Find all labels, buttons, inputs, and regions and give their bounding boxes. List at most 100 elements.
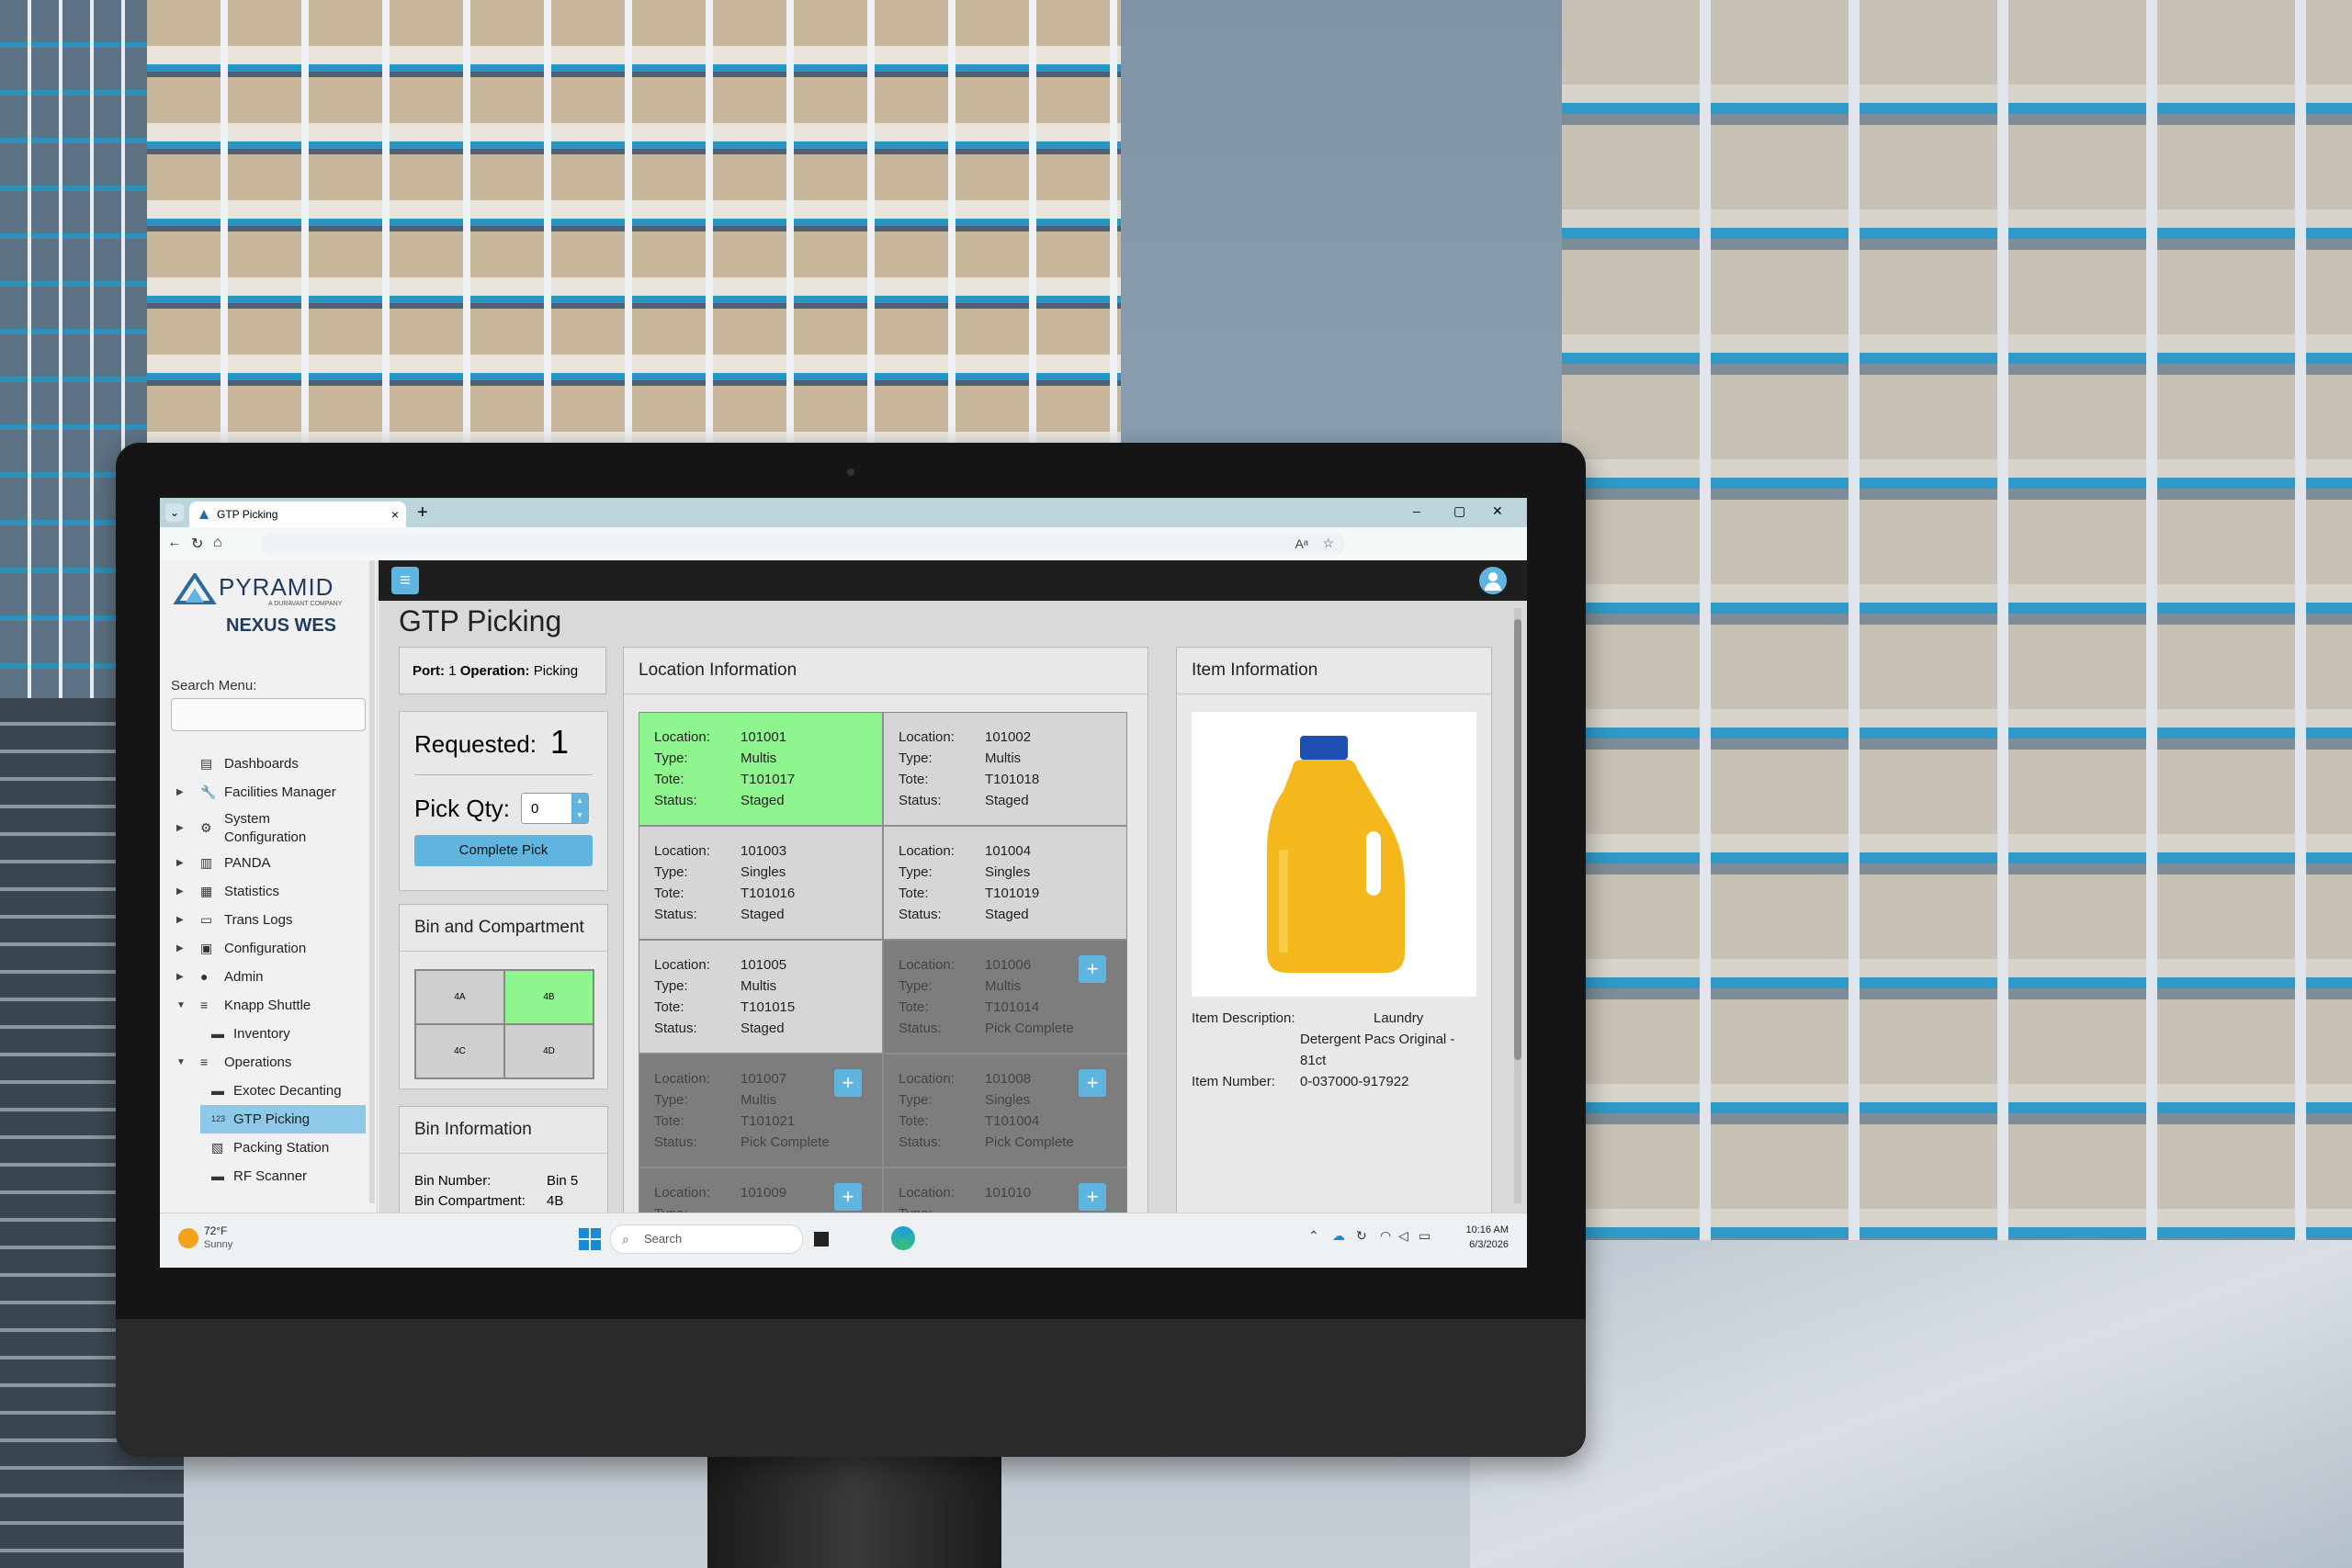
field-value: 101001 <box>741 729 787 745</box>
browser-tab[interactable]: GTP Picking × <box>189 502 406 527</box>
sidebar-item-gtp-picking[interactable]: 123 GTP Picking <box>200 1105 366 1134</box>
location-tile[interactable]: Location: 101008 Type: Singles Tote: T101004 S… <box>883 1054 1127 1168</box>
location-status-row: Status: Staged <box>654 907 785 922</box>
complete-pick-button[interactable]: Complete Pick <box>414 835 593 866</box>
cloud-icon[interactable]: ☁ <box>1332 1228 1345 1244</box>
monitor-stand <box>707 1457 1001 1568</box>
sidebar-item-configuration[interactable]: ▶ ▣ Configuration <box>160 934 377 963</box>
minimize-button[interactable]: – <box>1413 503 1420 518</box>
sidebar-item-packing-station[interactable]: ▧ Packing Station <box>160 1134 377 1162</box>
logo-subtitle: A DURAVANT COMPANY <box>268 601 343 607</box>
location-type-row: Type: Multis <box>654 978 776 994</box>
location-information-title: Location Information <box>624 648 1148 694</box>
add-button[interactable]: + <box>834 1069 862 1097</box>
read-aloud-icon[interactable]: Aᵃ <box>1295 536 1308 551</box>
maximize-button[interactable]: ▢ <box>1453 503 1465 519</box>
sidebar-item-operations[interactable]: ▼ ≡ Operations <box>160 1048 377 1077</box>
sidebar-item-inventory[interactable]: ▬ Inventory <box>160 1020 377 1048</box>
tab-list-chevron-icon[interactable]: ⌄ <box>165 503 184 522</box>
sync-icon[interactable]: ↻ <box>1356 1228 1367 1244</box>
field-value: Singles <box>741 864 786 880</box>
location-tile[interactable]: Location: 101007 Type: Multis Tote: T101021 St… <box>639 1054 883 1168</box>
operation-label: Operation: <box>459 663 530 679</box>
add-button[interactable]: + <box>834 1183 862 1211</box>
address-bar[interactable]: Aᵃ ☆ <box>261 533 1345 555</box>
list-icon: ≡ <box>200 998 209 1012</box>
field-label: Type: <box>654 978 688 994</box>
sidebar-item-facilities-manager[interactable]: ▶ 🔧 Facilities Manager <box>160 778 377 807</box>
field-value: 101007 <box>741 1071 787 1087</box>
location-status-row: Status: Staged <box>654 1021 785 1036</box>
windows-start-icon[interactable] <box>579 1228 601 1250</box>
field-value: Multis <box>741 1092 777 1108</box>
sidebar-item-exotec-decanting[interactable]: ▬ Exotec Decanting <box>160 1077 377 1105</box>
sidebar-item-admin[interactable]: ▶ ● Admin <box>160 963 377 991</box>
add-button[interactable]: + <box>1079 1183 1106 1211</box>
field-value: Multis <box>985 978 1022 994</box>
edge-browser-icon[interactable] <box>891 1226 915 1250</box>
location-status-row: Status: Pick Complete <box>654 1134 830 1150</box>
search-menu-input[interactable] <box>171 698 366 731</box>
location-tile[interactable]: Location:101010Type:Tote:Status:+ <box>883 1168 1127 1217</box>
volume-icon[interactable]: ◁ <box>1398 1228 1408 1244</box>
field-label: Location: <box>899 1071 955 1087</box>
main-scrollbar-thumb[interactable] <box>1514 619 1521 1060</box>
location-location-row: Location: 101006 <box>899 957 1031 973</box>
sidebar-item-rf-scanner[interactable]: ▬ RF Scanner <box>160 1162 377 1190</box>
chevron-up-icon[interactable]: ⌃ <box>1308 1228 1319 1244</box>
field-value: Staged <box>741 793 785 808</box>
sidebar-item-trans-logs[interactable]: ▶ ▭ Trans Logs <box>160 906 377 934</box>
port-value: 1 <box>448 663 457 679</box>
chevron-right-icon: ▶ <box>176 915 184 925</box>
item-information-title: Item Information <box>1177 648 1491 694</box>
wifi-icon[interactable]: ◠ <box>1380 1228 1391 1244</box>
wrench-icon: 🔧 <box>200 784 217 799</box>
field-value: 101009 <box>741 1185 787 1201</box>
location-tile[interactable]: Location: 101001 Type: Multis Tote: T101017 St… <box>639 712 883 826</box>
location-type-row: Type: Multis <box>654 750 776 766</box>
chart-icon: ▦ <box>200 884 213 898</box>
battery-icon[interactable]: ▭ <box>1419 1228 1430 1244</box>
sidebar-item-panda[interactable]: ▶ ▥ PANDA <box>160 849 377 877</box>
field-value: 101008 <box>985 1071 1032 1087</box>
tab-close-icon[interactable]: × <box>391 502 399 527</box>
location-tile[interactable]: Location: 101002 Type: Multis Tote: T101018 St… <box>883 712 1127 826</box>
location-tile[interactable]: Location: 101005 Type: Multis Tote: T101015 St… <box>639 940 883 1054</box>
location-status-row: Status: Staged <box>654 793 785 808</box>
add-button[interactable]: + <box>1079 955 1106 983</box>
task-view-icon[interactable] <box>814 1232 829 1247</box>
sun-icon[interactable] <box>178 1228 198 1248</box>
field-value: 101006 <box>985 957 1032 973</box>
hamburger-menu-icon[interactable]: ≡ <box>391 567 419 594</box>
sidebar-item-dashboards[interactable]: ▤ Dashboards <box>160 750 377 778</box>
taskbar-search[interactable]: ⌕ Search <box>610 1224 803 1254</box>
favorite-star-icon[interactable]: ☆ <box>1322 536 1334 551</box>
add-button[interactable]: + <box>1079 1069 1106 1097</box>
sidebar-scrollbar[interactable] <box>369 560 375 1203</box>
home-icon[interactable]: ⌂ <box>213 535 222 551</box>
page-title: GTP Picking <box>399 604 562 637</box>
sidebar-item-statistics[interactable]: ▶ ▦ Statistics <box>160 877 377 906</box>
sidebar-item-knapp-shuttle[interactable]: ▼ ≡ Knapp Shuttle <box>160 991 377 1020</box>
decant-icon: ▬ <box>211 1083 224 1098</box>
system-clock[interactable]: 10:16 AM 6/3/2026 <box>1466 1223 1509 1252</box>
port-label: Port: <box>413 663 445 679</box>
new-tab-button[interactable]: + <box>417 502 428 524</box>
location-tile[interactable]: Location: 101004 Type: Singles Tote: T101019 S… <box>883 826 1127 940</box>
sidebar-item-system-configuration[interactable]: ▶ ⚙ System Configuration <box>160 807 377 849</box>
quantity-stepper[interactable]: ▲ ▼ <box>571 794 588 823</box>
user-avatar-icon[interactable] <box>1479 567 1507 594</box>
pick-qty-input[interactable]: 0 ▲ ▼ <box>521 793 589 824</box>
field-label: Tote: <box>899 999 929 1015</box>
field-value: Staged <box>985 793 1029 808</box>
field-label: Type: <box>899 750 933 766</box>
location-tile[interactable]: Location: 101003 Type: Singles Tote: T101016 S… <box>639 826 883 940</box>
item-number-label: Item Number: <box>1192 1074 1275 1089</box>
close-window-button[interactable]: ✕ <box>1492 503 1503 519</box>
field-label: Tote: <box>654 772 684 787</box>
location-tile[interactable]: Location:101009Type:Tote:Status:+ <box>639 1168 883 1217</box>
back-icon[interactable]: ← <box>167 535 182 551</box>
divider <box>414 774 593 775</box>
location-tile[interactable]: Location: 101006 Type: Multis Tote: T101014 St… <box>883 940 1127 1054</box>
reload-icon[interactable]: ↻ <box>191 535 203 553</box>
